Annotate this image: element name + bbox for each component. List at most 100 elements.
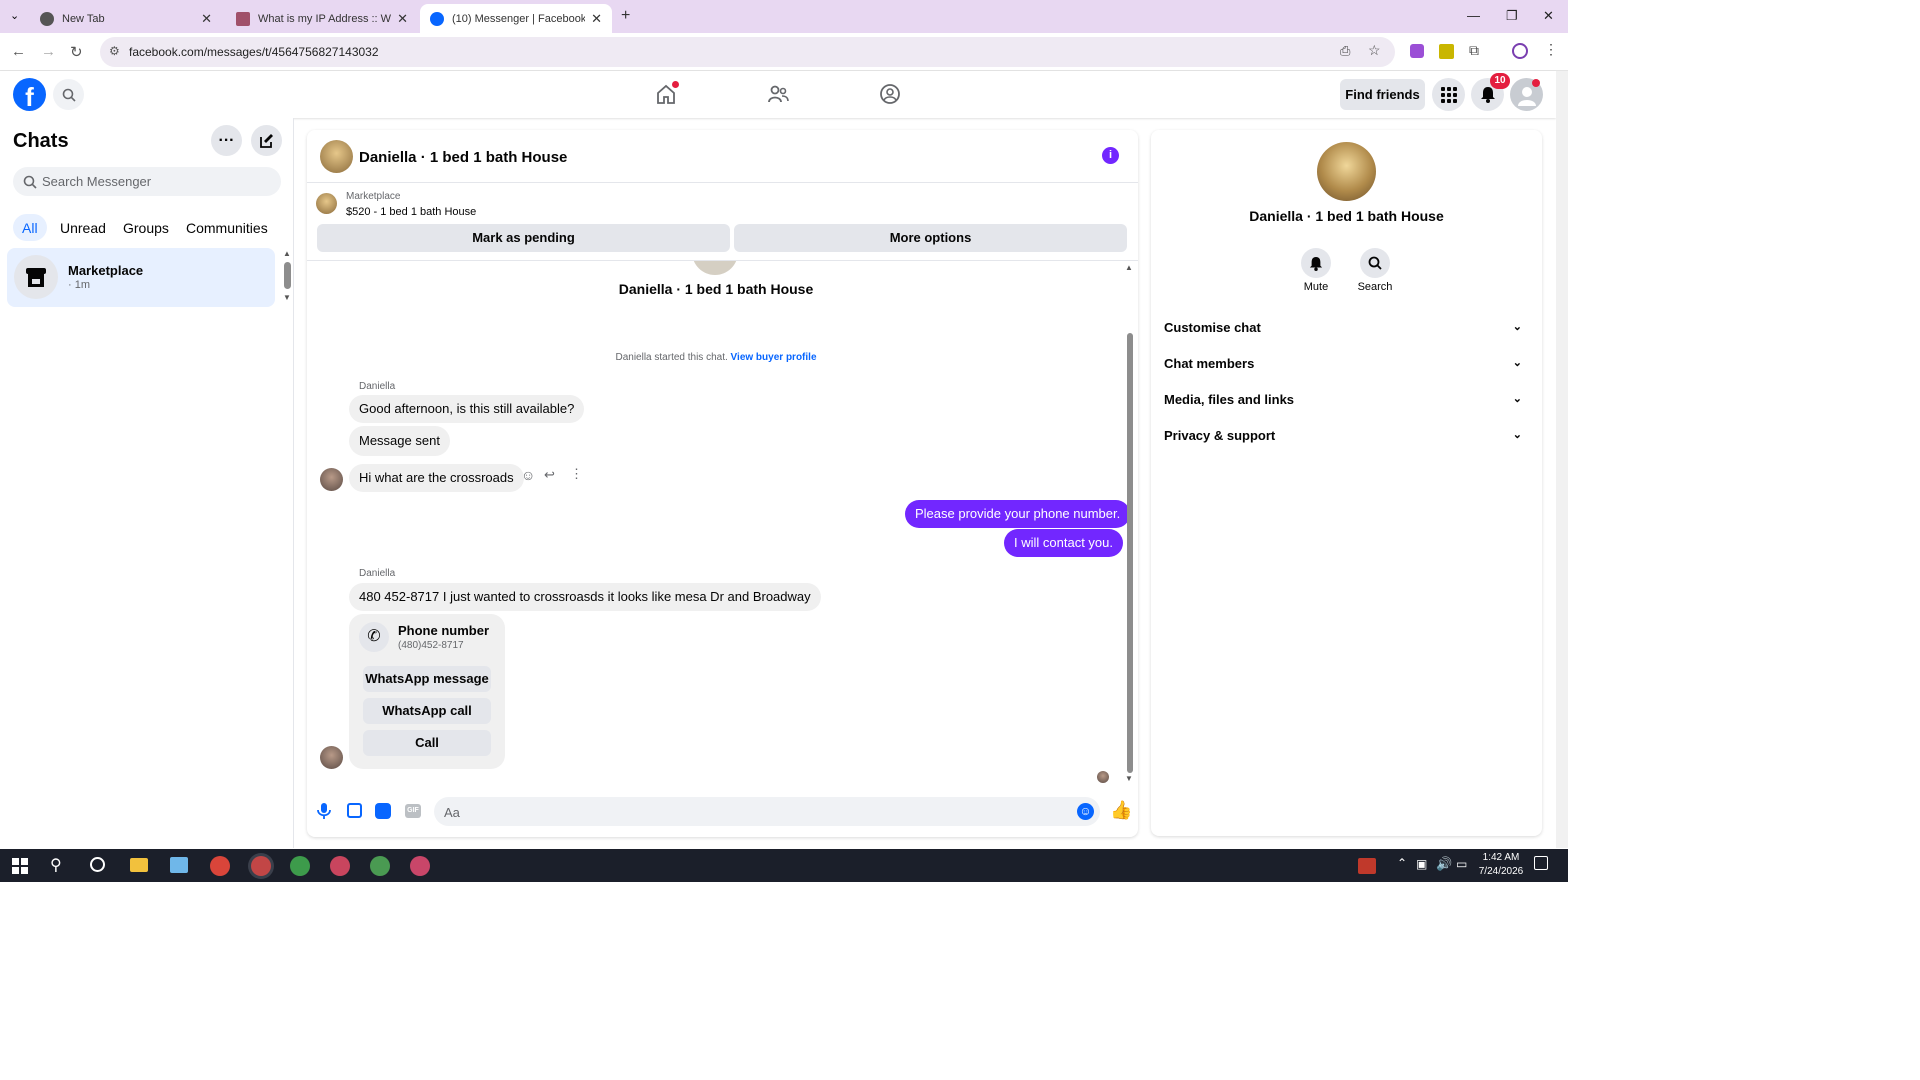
taskbar-date[interactable]: 7/24/2026 <box>1473 866 1529 877</box>
extension-icon[interactable] <box>1410 44 1424 58</box>
mark-as-pending-button[interactable]: Mark as pending <box>317 224 730 252</box>
info-icon[interactable]: i <box>1102 147 1119 164</box>
message-bubble[interactable]: Hi what are the crossroads <box>349 464 524 492</box>
message-scrollbar-thumb[interactable] <box>1127 333 1133 773</box>
filter-communities[interactable]: Communities <box>186 220 268 236</box>
tab-close-icon[interactable]: ✕ <box>591 11 602 27</box>
like-thumb-icon[interactable]: 👍 <box>1110 800 1132 821</box>
chrome-taskbar-icon[interactable] <box>370 856 390 876</box>
message-bubble[interactable]: 480 452-8717 I just wanted to crossroasd… <box>349 583 821 611</box>
new-message-icon[interactable] <box>251 125 282 156</box>
reload-icon[interactable]: ↻ <box>70 43 83 61</box>
chrome-taskbar-icon[interactable] <box>251 856 271 876</box>
task-view-icon[interactable] <box>90 857 105 872</box>
mute-bell-icon[interactable] <box>1301 248 1331 278</box>
browser-menu-icon[interactable]: ⋮ <box>1544 41 1558 58</box>
filter-unread[interactable]: Unread <box>60 220 106 236</box>
gif-icon[interactable]: GIF <box>405 804 421 818</box>
url-text[interactable]: facebook.com/messages/t/4564756827143032 <box>129 45 379 59</box>
whatsapp-call-button[interactable]: WhatsApp call <box>363 698 491 724</box>
page-scrollbar[interactable] <box>1556 71 1568 848</box>
customise-chat-section[interactable]: Customise chat ⌄ <box>1164 320 1530 335</box>
chrome-taskbar-icon[interactable] <box>330 856 350 876</box>
media-files-links-section[interactable]: Media, files and links ⌄ <box>1164 392 1530 407</box>
chat-members-section[interactable]: Chat members ⌄ <box>1164 356 1530 371</box>
chrome-taskbar-icon[interactable] <box>410 856 430 876</box>
notification-center-icon[interactable] <box>1534 856 1548 870</box>
search-label[interactable]: Search <box>1355 281 1395 293</box>
search-in-chat-icon[interactable] <box>1360 248 1390 278</box>
menu-grid-icon[interactable] <box>1432 78 1465 111</box>
tab-close-icon[interactable]: ✕ <box>397 11 408 27</box>
tray-chevron-icon[interactable]: ⌃ <box>1397 856 1407 870</box>
bookmark-star-icon[interactable]: ☆ <box>1368 42 1381 59</box>
view-buyer-profile-link[interactable]: View buyer profile <box>731 352 817 363</box>
extensions-puzzle-icon[interactable]: ⧉ <box>1469 42 1479 59</box>
message-input[interactable]: Aa ☺ <box>434 797 1100 826</box>
search-icon[interactable] <box>53 79 84 110</box>
install-app-icon[interactable]: ⎙ <box>1340 43 1350 59</box>
file-explorer-icon[interactable] <box>130 858 148 872</box>
forward-icon[interactable]: → <box>41 43 56 60</box>
my-message-bubble[interactable]: Please provide your phone number. <box>905 500 1131 528</box>
chat-avatar[interactable] <box>320 140 353 173</box>
conversation-title[interactable]: Daniella · 1 bed 1 bath House <box>359 149 567 166</box>
network-icon[interactable]: ▭ <box>1456 857 1467 871</box>
maximize-icon[interactable]: ❐ <box>1506 8 1518 24</box>
list-scroll-down-icon[interactable]: ▼ <box>283 293 291 302</box>
message-bubble[interactable]: Good afternoon, is this still available? <box>349 395 585 423</box>
find-friends-button[interactable]: Find friends <box>1340 79 1425 110</box>
extension-2-icon[interactable] <box>1439 44 1454 59</box>
sticker-icon[interactable] <box>375 803 391 819</box>
site-settings-icon[interactable]: ⚙ <box>109 44 120 58</box>
my-message-bubble[interactable]: I will contact you. <box>1004 529 1123 557</box>
sender-avatar[interactable] <box>320 746 343 769</box>
react-smiley-icon[interactable]: ☺ <box>521 467 535 483</box>
home-icon[interactable] <box>655 81 679 108</box>
tab-messenger[interactable]: (10) Messenger | Facebook ✕ <box>420 4 612 33</box>
emoji-icon[interactable]: ☺ <box>1077 803 1094 820</box>
minimize-icon[interactable]: — <box>1467 8 1480 23</box>
profile-avatar[interactable] <box>1317 142 1376 201</box>
chats-options-icon[interactable]: ··· <box>211 125 242 156</box>
volume-icon[interactable]: 🔊 <box>1436 856 1452 872</box>
chat-list-item[interactable]: Marketplace · 1m <box>7 248 275 307</box>
search-messenger-input[interactable]: Search Messenger <box>13 167 281 196</box>
notepad-icon[interactable] <box>170 857 188 873</box>
tray-app-icon[interactable] <box>1358 858 1376 874</box>
windows-start-icon[interactable] <box>12 858 28 874</box>
tab-search-chevron-icon[interactable]: ⌄ <box>10 9 19 22</box>
chrome-taskbar-icon[interactable] <box>290 856 310 876</box>
tray-device-icon[interactable]: ▣ <box>1416 857 1427 871</box>
scroll-up-icon[interactable]: ▲ <box>1125 263 1133 272</box>
tab-close-icon[interactable]: ✕ <box>201 11 212 27</box>
whatsapp-message-button[interactable]: WhatsApp message <box>363 666 491 692</box>
url-box[interactable]: ⚙ facebook.com/messages/t/45647568271430… <box>100 37 1395 67</box>
filter-all[interactable]: All <box>22 220 38 236</box>
new-tab-plus-icon[interactable]: + <box>621 7 630 25</box>
tab-ip-address[interactable]: What is my IP Address :: WebBr ✕ <box>226 4 418 33</box>
more-options-button[interactable]: More options <box>734 224 1127 252</box>
chrome-taskbar-icon[interactable] <box>210 856 230 876</box>
scroll-down-icon[interactable]: ▼ <box>1125 774 1133 783</box>
back-icon[interactable]: ← <box>11 43 26 60</box>
call-button[interactable]: Call <box>363 730 491 756</box>
close-window-icon[interactable]: ✕ <box>1543 8 1554 24</box>
tab-new-tab[interactable]: New Tab ✕ <box>30 4 222 33</box>
privacy-support-section[interactable]: Privacy & support ⌄ <box>1164 428 1530 443</box>
message-bubble[interactable]: Message sent <box>349 426 450 456</box>
listing-title[interactable]: $520 - 1 bed 1 bath House <box>346 206 476 218</box>
list-scroll-up-icon[interactable]: ▲ <box>283 249 291 258</box>
list-scrollbar-thumb[interactable] <box>284 262 291 289</box>
microphone-icon[interactable] <box>317 802 331 823</box>
reply-icon[interactable]: ↩ <box>544 467 555 483</box>
groups-icon[interactable] <box>879 83 901 108</box>
profile-icon[interactable] <box>1512 43 1528 59</box>
message-more-icon[interactable]: ⋮ <box>570 466 583 482</box>
facebook-logo-icon[interactable]: f <box>13 78 46 112</box>
taskbar-time[interactable]: 1:42 AM <box>1476 852 1526 863</box>
sender-avatar[interactable] <box>320 468 343 491</box>
filter-groups[interactable]: Groups <box>123 220 169 236</box>
mute-label[interactable]: Mute <box>1296 281 1336 293</box>
friends-icon[interactable] <box>767 83 789 108</box>
